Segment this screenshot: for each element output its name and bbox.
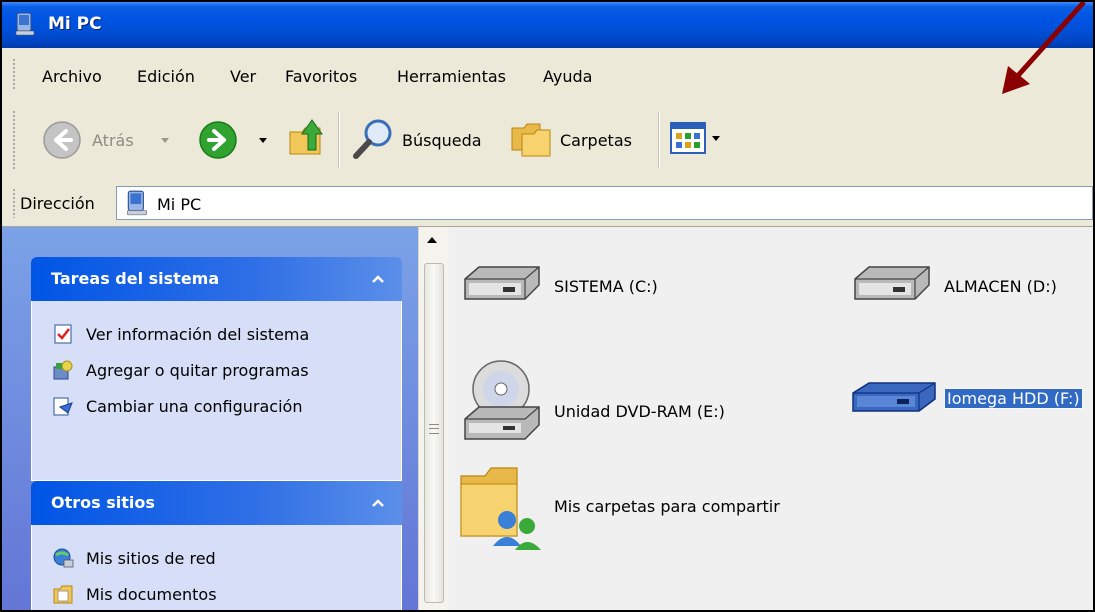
hard-drive-icon — [854, 266, 930, 300]
address-input[interactable]: Mi PC — [116, 186, 1093, 220]
drive-f[interactable]: Iomega HDD (F:) — [849, 377, 1093, 437]
my-documents-icon — [53, 585, 73, 604]
address-grip[interactable] — [12, 188, 16, 218]
menu-ver[interactable]: Ver — [230, 67, 256, 86]
views-button[interactable] — [670, 122, 740, 162]
drive-label: Unidad DVD-RAM (E:) — [554, 402, 725, 421]
external-drive-icon — [852, 382, 936, 412]
other-places-panel: Otros sitios Mis sitios de red Mis docum… — [31, 481, 402, 610]
views-dropdown-icon — [712, 136, 720, 141]
task-label: Agregar o quitar programas — [86, 361, 309, 380]
my-computer-icon — [126, 190, 147, 216]
system-tasks-header[interactable]: Tareas del sistema — [31, 257, 402, 301]
drive-d[interactable]: ALMACEN (D:) — [849, 261, 1093, 321]
menu-grip[interactable] — [12, 58, 16, 90]
system-tasks-body: Ver información del sistema Agregar o qu… — [31, 301, 402, 481]
collapse-icon[interactable] — [368, 269, 388, 289]
annotation-arrow-icon — [1002, 2, 1086, 94]
menu-archivo[interactable]: Archivo — [42, 67, 102, 86]
system-tasks-title: Tareas del sistema — [51, 269, 220, 288]
search-icon — [353, 119, 392, 159]
scroll-grip-icon — [429, 424, 439, 434]
system-info-icon — [54, 324, 72, 344]
address-value: Mi PC — [157, 195, 202, 214]
drive-label: ALMACEN (D:) — [944, 277, 1057, 296]
back-label: Atrás — [92, 131, 134, 150]
network-places-icon — [53, 548, 74, 568]
task-label: Ver información del sistema — [86, 325, 310, 344]
add-remove-programs-icon — [53, 360, 73, 380]
views-icon — [670, 122, 706, 154]
back-arrow-icon — [43, 121, 81, 159]
standard-toolbar: Atrás Búsqueda Carpetas — [2, 100, 1093, 181]
menu-bar: Archivo Edición Ver Favoritos Herramient… — [2, 48, 1093, 101]
drive-label: Mis carpetas para compartir — [554, 497, 780, 516]
other-places-body: Mis sitios de red Mis documentos — [31, 525, 402, 610]
my-computer-icon — [15, 12, 35, 36]
folders-icon — [511, 123, 551, 157]
scroll-up-icon[interactable] — [427, 237, 437, 243]
other-places-header[interactable]: Otros sitios — [31, 481, 402, 525]
shared-folders[interactable]: Mis carpetas para compartir — [459, 462, 819, 552]
toolbar-separator — [338, 112, 339, 168]
system-tasks-panel: Tareas del sistema Ver información del s… — [31, 257, 402, 481]
drive-label: Iomega HDD (F:) — [944, 388, 1083, 409]
collapse-icon[interactable] — [368, 493, 388, 513]
shared-folders-icon — [460, 467, 541, 550]
menu-edicion[interactable]: Edición — [137, 67, 195, 86]
menu-favoritos[interactable]: Favoritos — [285, 67, 357, 86]
explorer-window: Mi PC Archivo Edición Ver Favoritos Herr… — [0, 0, 1095, 612]
title-bar[interactable]: Mi PC — [2, 2, 1093, 48]
back-dropdown-icon[interactable] — [161, 138, 169, 143]
drives-view: SISTEMA (C:) ALMACEN (D:) Unidad DVD-RAM… — [449, 227, 1093, 610]
folders-label: Carpetas — [560, 131, 632, 150]
back-button[interactable]: Atrás — [40, 118, 150, 162]
menu-herramientas[interactable]: Herramientas — [397, 67, 506, 86]
menu-ayuda[interactable]: Ayuda — [543, 67, 592, 86]
drive-e[interactable]: Unidad DVD-RAM (E:) — [459, 357, 769, 447]
other-places-title: Otros sitios — [51, 493, 155, 512]
hard-drive-icon — [464, 266, 540, 300]
forward-arrow-icon[interactable] — [196, 118, 240, 162]
drive-label: SISTEMA (C:) — [554, 277, 658, 296]
folders-button[interactable]: Carpetas — [510, 116, 650, 164]
task-label: Mis sitios de red — [86, 549, 216, 568]
drive-c[interactable]: SISTEMA (C:) — [459, 261, 699, 321]
scroll-thumb[interactable] — [424, 263, 444, 603]
dvd-drive-icon — [464, 360, 540, 440]
task-pane-scrollbar[interactable] — [418, 227, 449, 610]
up-folder-icon[interactable] — [286, 114, 326, 158]
control-panel-icon — [53, 397, 73, 416]
toolbar-separator — [658, 112, 659, 168]
window-title: Mi PC — [48, 14, 102, 34]
task-pane: Tareas del sistema Ver información del s… — [2, 227, 418, 610]
address-bar: Dirección Mi PC — [2, 180, 1093, 227]
address-label: Dirección — [20, 194, 95, 213]
toolbar-grip[interactable] — [12, 110, 16, 170]
task-label: Cambiar una configuración — [86, 397, 303, 416]
search-label: Búsqueda — [402, 131, 482, 150]
task-label: Mis documentos — [86, 585, 217, 604]
search-button[interactable]: Búsqueda — [350, 116, 500, 164]
forward-dropdown-icon[interactable] — [259, 138, 267, 143]
